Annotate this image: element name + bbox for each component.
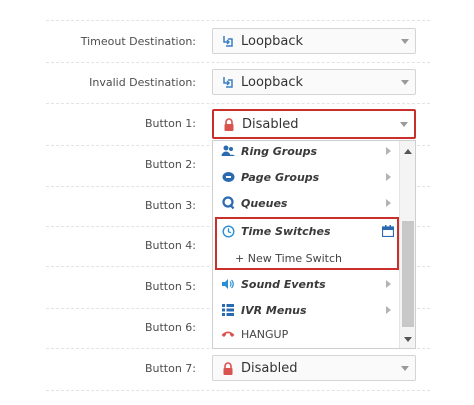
chevron-down-icon xyxy=(394,121,414,127)
button-7-value: Disabled xyxy=(241,360,298,376)
queues-icon xyxy=(220,196,236,210)
button-1-value: Disabled xyxy=(242,116,299,132)
timeout-destination-label: Timeout Destination: xyxy=(80,35,196,48)
button-6-label: Button 6: xyxy=(144,321,196,334)
chevron-right-icon xyxy=(381,199,395,207)
chevron-right-icon xyxy=(381,306,395,314)
dropdown-item-ring-groups[interactable]: Ring Groups xyxy=(213,141,401,164)
dropdown-item-label: Time Switches xyxy=(241,224,331,238)
row-divider xyxy=(46,62,430,63)
calendar-icon xyxy=(381,225,395,237)
dropdown-item-time-switches[interactable]: Time Switches xyxy=(213,218,401,244)
dropdown-item-label: IVR Menus xyxy=(241,303,307,317)
page-groups-icon xyxy=(220,171,236,183)
chevron-right-icon xyxy=(381,173,395,181)
button-7-label: Button 7: xyxy=(144,362,196,375)
dropdown-item-page-groups[interactable]: Page Groups xyxy=(213,164,401,190)
dropdown-item-label: Sound Events xyxy=(241,277,326,291)
button-5-label: Button 5: xyxy=(144,280,196,293)
dropdown-item-label: HANGUP xyxy=(241,327,289,341)
dropdown-item-label: Page Groups xyxy=(241,170,320,184)
invalid-destination-label: Invalid Destination: xyxy=(89,76,196,89)
dropdown-item-label: Queues xyxy=(241,196,288,210)
ring-groups-icon xyxy=(220,145,236,157)
button-1-select[interactable]: Disabled xyxy=(212,109,416,139)
new-time-switch-option[interactable]: + New Time Switch xyxy=(219,247,397,269)
dropdown-item-ivr-menus[interactable]: IVR Menus xyxy=(213,297,401,323)
lock-icon xyxy=(220,361,236,375)
ivr-menus-icon xyxy=(220,304,236,316)
new-time-switch-label: + New Time Switch xyxy=(235,251,342,265)
lock-icon xyxy=(221,117,237,131)
chevron-down-icon xyxy=(395,79,415,85)
hangup-icon xyxy=(220,330,236,338)
timeout-destination-value: Loopback xyxy=(241,33,304,49)
sound-events-icon xyxy=(220,278,236,290)
dropdown-item-sound-events[interactable]: Sound Events xyxy=(213,271,401,297)
time-switch-icon xyxy=(220,224,236,238)
invalid-destination-select[interactable]: Loopback xyxy=(212,69,416,95)
button-7-select[interactable]: Disabled xyxy=(212,355,416,381)
invalid-destination-value: Loopback xyxy=(241,74,304,90)
chevron-down-icon xyxy=(395,365,415,371)
loopback-icon xyxy=(220,75,236,89)
scroll-down-icon[interactable] xyxy=(400,331,415,347)
row-divider xyxy=(46,103,430,104)
button-4-label: Button 4: xyxy=(144,239,196,252)
dropdown-item-hangup[interactable]: HANGUP xyxy=(213,321,401,347)
row-divider xyxy=(46,20,430,21)
loopback-icon xyxy=(220,34,236,48)
dropdown-item-queues[interactable]: Queues xyxy=(213,190,401,216)
button-3-label: Button 3: xyxy=(144,199,196,212)
dropdown-scrollbar-thumb[interactable] xyxy=(402,221,414,327)
scroll-up-icon[interactable] xyxy=(400,143,415,159)
dropdown-item-label: Ring Groups xyxy=(241,144,318,158)
chevron-right-icon xyxy=(381,280,395,288)
chevron-right-icon xyxy=(381,147,395,155)
timeout-destination-select[interactable]: Loopback xyxy=(212,28,416,54)
row-divider xyxy=(46,390,430,391)
destination-dropdown-list: Ring Groups Page Groups Queues Time Swit… xyxy=(212,140,416,349)
button-2-label: Button 2: xyxy=(144,158,196,171)
button-1-label: Button 1: xyxy=(144,117,196,130)
chevron-down-icon xyxy=(395,38,415,44)
